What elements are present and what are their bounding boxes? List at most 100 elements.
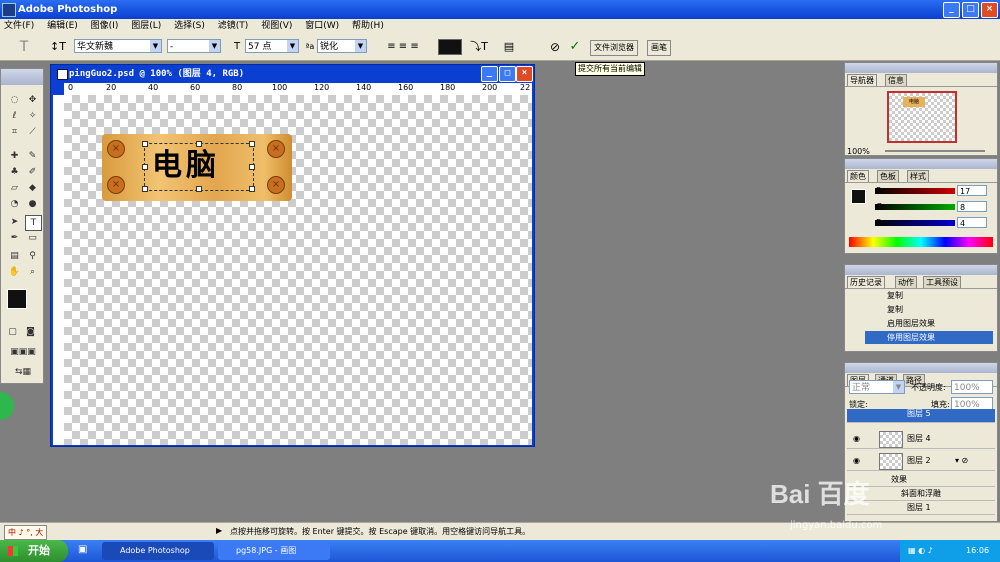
- tab-styles[interactable]: 样式: [907, 170, 929, 182]
- brushes-tab[interactable]: 画笔: [647, 40, 671, 56]
- move-tool-icon[interactable]: ✥: [25, 93, 40, 107]
- text-orientation-icon[interactable]: ↕T: [50, 39, 66, 55]
- menu-layer[interactable]: 图层(L): [131, 21, 161, 31]
- palettes-toggle-icon[interactable]: ▤: [500, 39, 518, 55]
- tab-history[interactable]: 历史记录: [847, 276, 885, 288]
- transform-handle[interactable]: [142, 186, 148, 192]
- transform-handle[interactable]: [249, 164, 255, 170]
- eyedropper-icon[interactable]: ⚲: [25, 249, 40, 263]
- warp-text-icon[interactable]: ⤵T: [470, 39, 488, 55]
- task-photoshop[interactable]: Adobe Photoshop: [102, 542, 214, 560]
- antialias-select[interactable]: 锐化 ▼: [317, 39, 367, 53]
- hand-tool-icon[interactable]: ✋: [7, 265, 22, 279]
- tab-swatches[interactable]: 色板: [877, 170, 899, 182]
- channel-b-value[interactable]: 4: [957, 217, 987, 228]
- type-tool-icon[interactable]: T: [25, 215, 42, 231]
- channel-r-slider[interactable]: [875, 188, 955, 194]
- history-brush-icon[interactable]: ✐: [25, 165, 40, 179]
- commit-edits-icon[interactable]: ✓: [566, 39, 584, 55]
- tab-color[interactable]: 颜色: [847, 170, 869, 182]
- menu-edit[interactable]: 编辑(E): [47, 21, 78, 31]
- blur-tool-icon[interactable]: ◔: [7, 197, 22, 211]
- layer-row[interactable]: ◉ 图层 2 ▾ ⊘: [847, 451, 995, 471]
- maximize-button[interactable]: □: [962, 2, 979, 18]
- menu-file[interactable]: 文件(F): [4, 21, 34, 31]
- menu-filter[interactable]: 滤镜(T): [218, 21, 249, 31]
- layer-row[interactable]: ◉ 图层 4: [847, 429, 995, 449]
- show-desktop-icon[interactable]: ▣: [78, 544, 92, 558]
- gradient-tool-icon[interactable]: ◆: [25, 181, 40, 195]
- tray-icons[interactable]: ▦ ◐ ♪: [908, 540, 933, 562]
- align-text-buttons[interactable]: ≡ ≡ ≡: [375, 39, 431, 55]
- path-select-icon[interactable]: ➤: [7, 215, 22, 229]
- channel-g-value[interactable]: 8: [957, 201, 987, 212]
- history-item[interactable]: 复制: [865, 303, 993, 316]
- close-button[interactable]: ×: [981, 2, 998, 18]
- navigator-preview[interactable]: 电脑: [887, 91, 957, 143]
- eye-icon[interactable]: ◉: [853, 429, 860, 449]
- doc-close-button[interactable]: ×: [516, 66, 533, 82]
- navigator-zoom-value[interactable]: 100%: [847, 147, 870, 156]
- layer-row-selected[interactable]: 图层 5: [847, 409, 995, 423]
- shape-tool-icon[interactable]: ▭: [25, 231, 40, 245]
- magic-wand-icon[interactable]: ✧: [25, 109, 40, 123]
- opacity-field[interactable]: 100%: [951, 380, 993, 394]
- tab-actions[interactable]: 动作: [895, 276, 917, 288]
- history-item-selected[interactable]: 停用图层效果: [865, 331, 993, 344]
- task-paint[interactable]: pg58.JPG - 画图: [218, 542, 330, 560]
- menu-view[interactable]: 视图(V): [261, 21, 292, 31]
- channel-g-slider[interactable]: [875, 204, 955, 210]
- tab-tool-presets[interactable]: 工具预设: [923, 276, 961, 288]
- quick-mask-icon[interactable]: ◙: [23, 325, 38, 339]
- start-button[interactable]: 开始: [0, 540, 68, 562]
- history-item[interactable]: 复制: [865, 289, 993, 302]
- channel-b-slider[interactable]: [875, 220, 955, 226]
- jump-to-imageready-icon[interactable]: ⇆▦: [5, 365, 41, 379]
- doc-minimize-button[interactable]: _: [481, 66, 498, 82]
- marquee-tool-icon[interactable]: ◌: [7, 93, 22, 107]
- font-family-select[interactable]: 华文新魏 ▼: [74, 39, 162, 53]
- transform-handle[interactable]: [196, 186, 202, 192]
- menu-help[interactable]: 帮助(H): [352, 21, 384, 31]
- transform-handle[interactable]: [142, 164, 148, 170]
- blend-mode-select[interactable]: 正常 ▼: [849, 380, 905, 394]
- transform-handle[interactable]: [249, 186, 255, 192]
- document-canvas[interactable]: × × × × 电脑: [64, 95, 532, 445]
- navigator-zoom-slider[interactable]: [885, 150, 985, 152]
- cancel-edits-icon[interactable]: ⊘: [546, 39, 564, 55]
- eye-icon[interactable]: ◉: [853, 451, 860, 471]
- slice-tool-icon[interactable]: ⟋: [25, 125, 40, 139]
- pen-tool-icon[interactable]: ✒: [7, 231, 22, 245]
- history-item[interactable]: 启用图层效果: [865, 317, 993, 330]
- ime-toolbar[interactable]: 中 ♪ °, 大: [4, 525, 48, 540]
- tab-info[interactable]: 信息: [885, 74, 907, 86]
- standard-mode-icon[interactable]: ▢: [5, 325, 20, 339]
- healing-brush-icon[interactable]: ✚: [7, 149, 22, 163]
- eraser-tool-icon[interactable]: ▱: [7, 181, 22, 195]
- layer-effects-icon[interactable]: ▾ ⊘: [955, 451, 968, 471]
- tab-navigator[interactable]: 导航器: [847, 74, 877, 86]
- color-foreground-swatch[interactable]: [851, 189, 866, 204]
- type-tool-preset-icon[interactable]: T: [14, 39, 34, 55]
- file-browser-tab[interactable]: 文件浏览器: [590, 40, 638, 56]
- notes-tool-icon[interactable]: ▤: [7, 249, 22, 263]
- text-color-swatch[interactable]: [438, 39, 462, 55]
- font-size-select[interactable]: 57 点 ▼: [245, 39, 299, 53]
- menu-image[interactable]: 图像(I): [91, 21, 119, 31]
- foreground-color-swatch[interactable]: [7, 289, 27, 309]
- brush-tool-icon[interactable]: ✎: [25, 149, 40, 163]
- transform-handle[interactable]: [196, 141, 202, 147]
- font-style-select[interactable]: - ▼: [167, 39, 221, 53]
- screen-mode-icons[interactable]: ▣▣▣: [3, 345, 43, 359]
- crop-tool-icon[interactable]: ⌗: [7, 125, 22, 139]
- menu-window[interactable]: 窗口(W): [305, 21, 339, 31]
- dodge-tool-icon[interactable]: ●: [25, 197, 40, 211]
- transform-handle[interactable]: [142, 141, 148, 147]
- minimize-button[interactable]: _: [943, 2, 960, 18]
- clone-stamp-icon[interactable]: ♣: [7, 165, 22, 179]
- doc-maximize-button[interactable]: □: [499, 66, 516, 82]
- channel-r-value[interactable]: 17: [957, 185, 987, 196]
- transform-handle[interactable]: [249, 141, 255, 147]
- zoom-tool-icon[interactable]: ⌕: [25, 265, 40, 279]
- menu-select[interactable]: 选择(S): [174, 21, 205, 31]
